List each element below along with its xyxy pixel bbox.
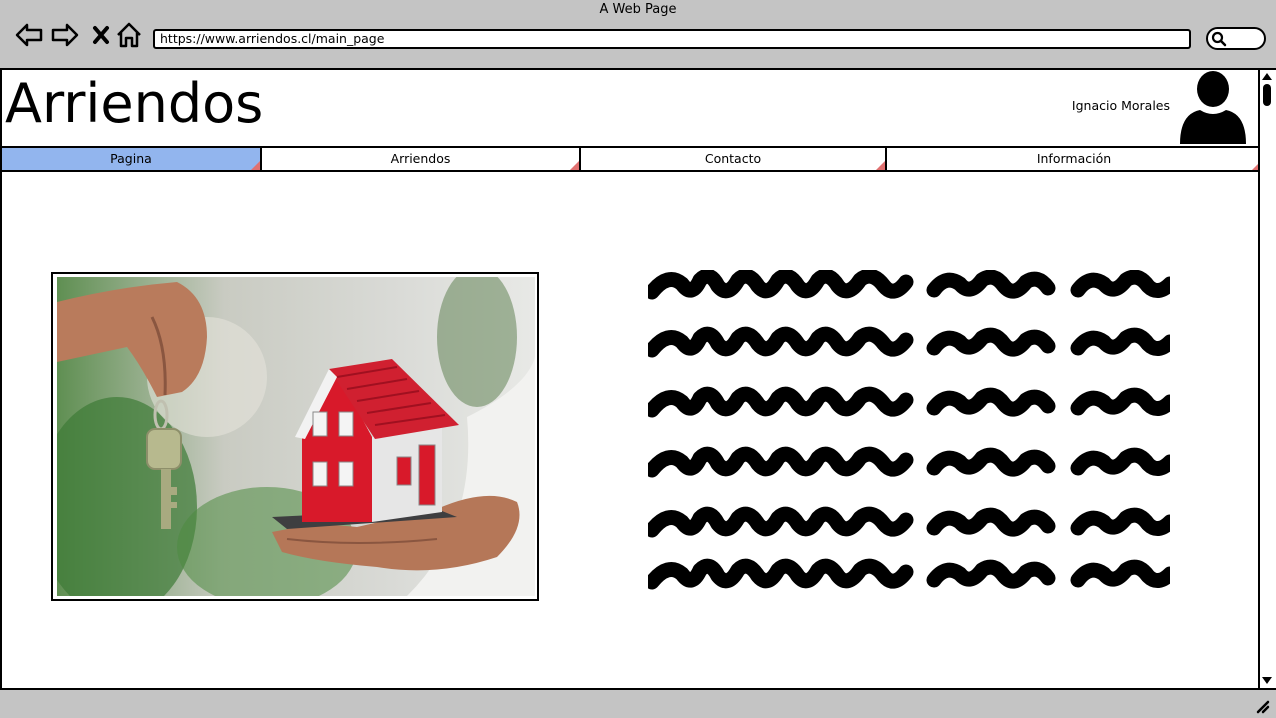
tab-arriendos[interactable]: Arriendos: [262, 148, 581, 170]
close-x-icon[interactable]: [86, 20, 116, 50]
window-title: A Web Page: [599, 2, 677, 17]
search-box[interactable]: [1206, 27, 1266, 50]
forward-arrow-icon[interactable]: [50, 20, 80, 50]
scroll-up-icon[interactable]: [1261, 71, 1273, 81]
house-keys-image: [57, 277, 535, 596]
tab-corner-marker-icon: [876, 161, 885, 170]
tab-label: Arriendos: [390, 151, 451, 166]
text-placeholder-scribble: [648, 270, 1170, 605]
user-avatar-icon[interactable]: [1178, 70, 1248, 146]
hero-image-frame: [51, 272, 539, 601]
tab-contacto[interactable]: Contacto: [581, 148, 887, 170]
tab-label: Contacto: [704, 151, 762, 166]
site-title: Arriendos: [5, 72, 264, 135]
tab-bar: Pagina Arriendos Contacto Información: [0, 146, 1263, 172]
back-arrow-icon[interactable]: [14, 20, 44, 50]
address-bar[interactable]: https://www.arriendos.cl/main_page: [153, 29, 1191, 49]
scroll-down-icon[interactable]: [1261, 676, 1273, 686]
tab-corner-marker-icon: [251, 161, 260, 170]
resize-grip-icon[interactable]: [1254, 698, 1270, 714]
tab-label: Información: [1036, 151, 1112, 166]
scrollbar-thumb[interactable]: [1263, 84, 1271, 106]
tab-pagina[interactable]: Pagina: [2, 148, 262, 170]
status-bar: [0, 688, 1276, 718]
user-name[interactable]: Ignacio Morales: [1060, 98, 1170, 113]
tab-label: Pagina: [110, 151, 152, 166]
tab-corner-marker-icon: [570, 161, 579, 170]
search-icon: [1211, 31, 1227, 47]
tab-informacion[interactable]: Información: [887, 148, 1261, 170]
home-icon[interactable]: [114, 20, 144, 50]
vertical-scrollbar[interactable]: [1258, 70, 1275, 690]
